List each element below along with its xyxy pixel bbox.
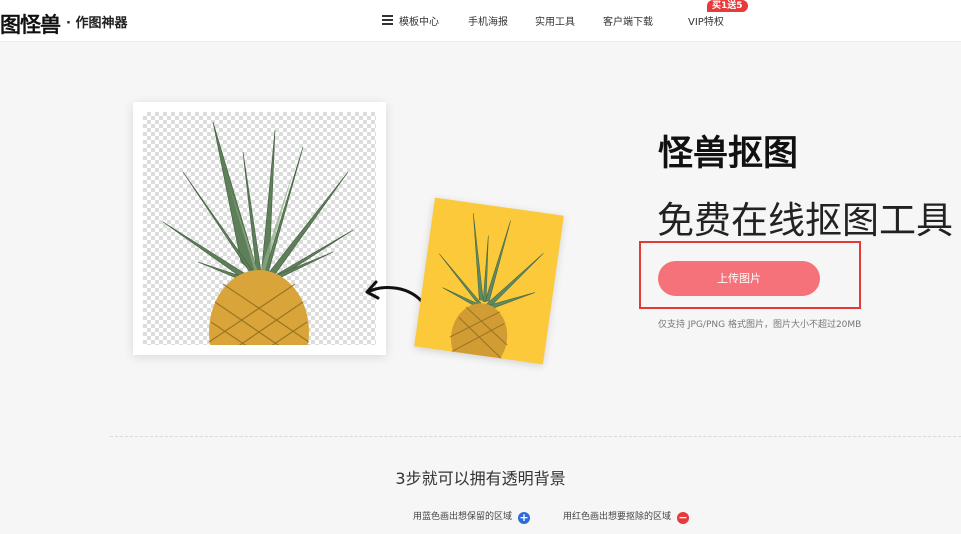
transparent-background	[143, 112, 376, 345]
cutout-result-card	[133, 102, 386, 355]
brand-tagline: · 作图神器	[66, 16, 128, 31]
pineapple-photo	[439, 213, 544, 365]
original-photo-card	[414, 197, 564, 365]
curved-arrow-icon	[365, 280, 426, 306]
upload-image-button[interactable]: 上传图片	[658, 261, 820, 296]
plus-circle-icon: +	[518, 511, 531, 524]
brand-logo[interactable]: 图怪兽	[0, 9, 61, 39]
minus-circle-icon: −	[677, 511, 690, 524]
upload-format-hint: 仅支持 JPG/PNG 格式图片，图片大小不超过20MB	[658, 320, 862, 330]
nav-templates[interactable]: 模板中心	[399, 13, 439, 28]
nav-tools[interactable]: 实用工具	[535, 13, 575, 28]
vip-promo-badge: 买1送5	[707, 0, 748, 12]
nav-vip[interactable]: VIP特权	[688, 13, 724, 28]
pineapple-image	[162, 121, 354, 345]
page-subtitle: 免费在线抠图工具	[657, 199, 953, 242]
menu-icon[interactable]	[382, 15, 393, 25]
section-divider	[110, 436, 961, 437]
page-title: 怪兽抠图	[658, 134, 799, 174]
step-keep-area: 用蓝色画出想保留的区域 +	[413, 509, 531, 524]
step-remove-label: 用红色画出想要抠除的区域	[563, 512, 672, 522]
nav-poster[interactable]: 手机海报	[468, 13, 508, 28]
step-keep-label: 用蓝色画出想保留的区域	[413, 512, 513, 522]
nav-download[interactable]: 客户端下载	[603, 13, 653, 28]
top-nav-bar: 图怪兽 · 作图神器 模板中心 手机海报 实用工具 客户端下载 VIP特权 买1…	[0, 0, 961, 42]
steps-heading: 3步就可以拥有透明背景	[395, 469, 566, 488]
step-remove-area: 用红色画出想要抠除的区域 −	[563, 509, 690, 524]
